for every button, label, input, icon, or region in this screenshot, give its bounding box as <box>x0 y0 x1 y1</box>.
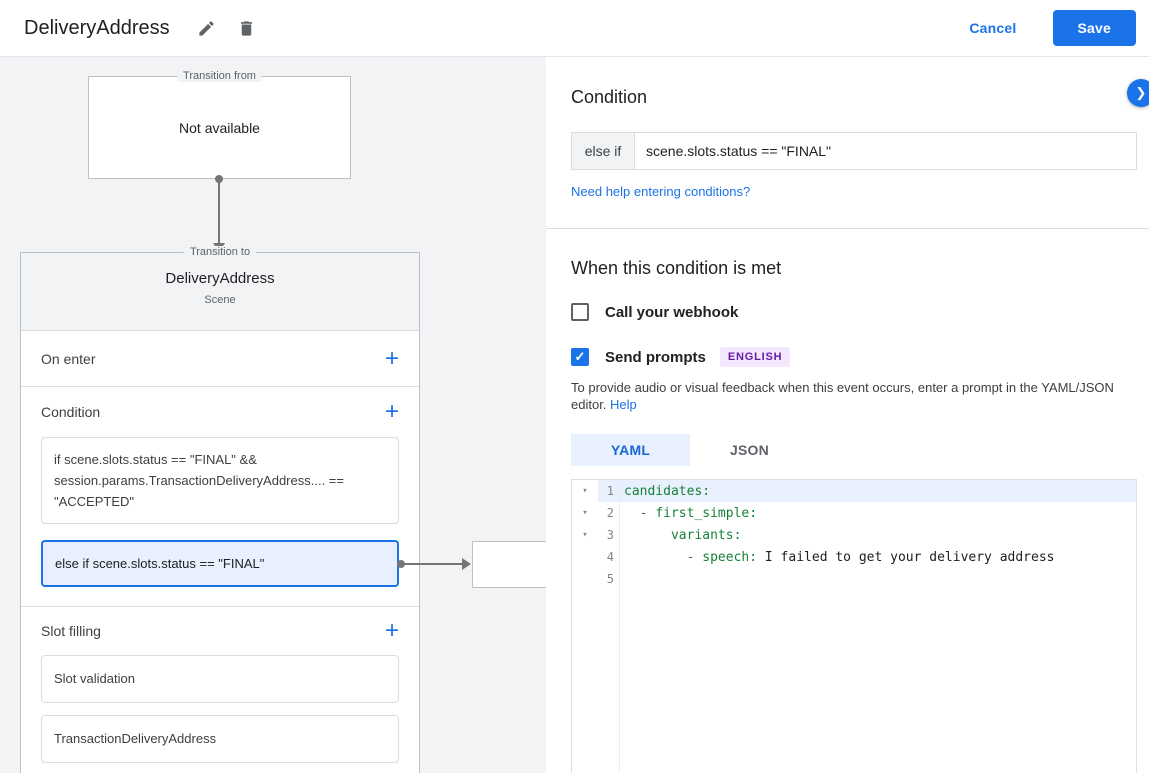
condition-card-if[interactable]: if scene.slots.status == "FINAL" && sess… <box>41 437 399 524</box>
gutter-cell: ▾ 1 <box>572 480 619 502</box>
tab-yaml[interactable]: YAML <box>571 434 690 466</box>
scene-title: DeliveryAddress <box>165 270 275 287</box>
condition-prefix-cell: else if <box>571 132 635 170</box>
scene-subtitle: Scene <box>204 294 236 306</box>
fold-icon[interactable]: ▾ <box>572 480 598 502</box>
transition-from-value: Not available <box>179 119 260 136</box>
slot-parameter-card[interactable]: TransactionDeliveryAddress <box>41 715 399 763</box>
connector-line-vertical <box>218 181 220 243</box>
code-line[interactable]: - first_simple: <box>620 502 1136 524</box>
condition-card-else-selected[interactable]: else if scene.slots.status == "FINAL" <box>41 540 399 587</box>
editor-tabs: YAML JSON <box>571 434 1137 466</box>
condition-expression-row: else if <box>571 132 1137 170</box>
add-condition-button[interactable]: + <box>377 400 407 424</box>
pencil-icon <box>199 20 214 36</box>
help-link[interactable]: Help <box>610 397 637 412</box>
conditions-help-link[interactable]: Need help entering conditions? <box>571 184 750 199</box>
send-prompts-checkbox[interactable]: ✓ <box>571 348 589 366</box>
slot-filling-heading-row: Slot filling + <box>21 607 419 655</box>
plus-icon: + <box>384 398 399 425</box>
edit-scene-button[interactable] <box>190 11 224 45</box>
line-number: 1 <box>598 480 619 502</box>
linked-target-node[interactable] <box>472 541 546 588</box>
yaml-key: speech: <box>702 549 758 565</box>
flow-canvas: Transition from Not available Transition… <box>0 57 546 773</box>
connector-line-horizontal <box>401 563 463 565</box>
on-enter-label: On enter <box>41 350 96 367</box>
yaml-key: variants: <box>670 527 742 543</box>
code-line[interactable]: - speech: I failed to get your delivery … <box>620 546 1136 568</box>
gutter-cell: ▾ 3 <box>572 524 619 546</box>
line-number: 4 <box>606 550 614 564</box>
when-condition-met-title: When this condition is met <box>571 258 782 278</box>
code-line[interactable]: variants: <box>620 524 1136 546</box>
condition-section-label: Condition <box>41 404 101 420</box>
yaml-indent <box>624 528 671 543</box>
delete-scene-button[interactable] <box>230 11 264 45</box>
condition-heading-row: Condition + <box>21 387 419 437</box>
language-badge: ENGLISH <box>719 347 791 367</box>
code-line[interactable]: candidates: <box>620 480 1136 502</box>
fold-icon[interactable]: ▾ <box>572 524 598 546</box>
gutter-cell: ▾ 2 <box>572 502 619 524</box>
tab-json[interactable]: JSON <box>690 434 809 466</box>
save-button[interactable]: Save <box>1052 10 1136 46</box>
scene-header: DeliveryAddress Scene <box>21 253 419 331</box>
collapse-panel-button[interactable]: ❯ <box>1127 79 1149 107</box>
gutter-cell: 5 <box>572 568 619 590</box>
check-icon: ✓ <box>574 349 586 364</box>
gutter-cell: 4 <box>572 546 619 568</box>
yaml-dash: - <box>639 505 656 521</box>
condition-section: Condition + if scene.slots.status == "FI… <box>21 387 419 607</box>
chevron-right-icon: ❯ <box>1135 85 1147 100</box>
arrow-right-icon <box>462 558 471 570</box>
add-on-enter-button[interactable]: + <box>377 344 407 372</box>
on-enter-row[interactable]: On enter + <box>21 331 419 387</box>
page-title: DeliveryAddress <box>24 16 170 39</box>
yaml-key: candidates: <box>624 483 711 499</box>
send-prompts-label: Send prompts <box>605 348 706 366</box>
editor-gutter: ▾ 1 ▾ 2 ▾ 3 4 5 <box>572 480 620 773</box>
transition-from-label: Transition from <box>177 70 262 82</box>
yaml-indent <box>624 506 640 521</box>
yaml-editor[interactable]: ▾ 1 ▾ 2 ▾ 3 4 5 candidates: - first_simp… <box>571 479 1137 773</box>
slot-filling-label: Slot filling <box>41 623 101 639</box>
slot-validation-card[interactable]: Slot validation <box>41 655 399 703</box>
transition-to-node[interactable]: Transition to DeliveryAddress Scene On e… <box>20 246 420 773</box>
webhook-checkbox[interactable] <box>571 303 589 321</box>
line-number: 3 <box>606 528 614 542</box>
cancel-button[interactable]: Cancel <box>969 20 1016 36</box>
section-divider <box>546 228 1149 229</box>
trash-icon <box>241 20 253 36</box>
prompt-description: To provide audio or visual feedback when… <box>571 379 1137 413</box>
add-slot-filling-button[interactable]: + <box>377 619 407 643</box>
webhook-row: Call your webhook <box>571 303 1137 321</box>
line-number: 5 <box>606 572 614 586</box>
send-prompts-row: ✓ Send prompts ENGLISH <box>571 347 1137 367</box>
webhook-label: Call your webhook <box>605 303 739 321</box>
yaml-dash: - <box>686 549 703 565</box>
yaml-indent <box>624 550 687 565</box>
line-number: 2 <box>606 506 614 520</box>
top-bar: DeliveryAddress Cancel Save <box>0 0 1149 57</box>
prompt-description-text: To provide audio or visual feedback when… <box>571 380 1114 412</box>
fold-icon[interactable]: ▾ <box>572 502 598 524</box>
condition-detail-panel: ❯ Condition else if Need help entering c… <box>546 57 1149 773</box>
plus-icon: + <box>384 617 399 644</box>
panel-title: Condition <box>571 87 648 107</box>
yaml-key: first_simple: <box>655 505 758 521</box>
transition-to-label: Transition to <box>183 246 257 258</box>
editor-code-area[interactable]: candidates: - first_simple: variants: - … <box>620 480 1136 773</box>
condition-input[interactable] <box>635 132 1137 170</box>
yaml-value: I failed to get your delivery address <box>757 549 1055 565</box>
scene-editor-screen: DeliveryAddress Cancel Save Transition f… <box>0 0 1149 773</box>
transition-from-node[interactable]: Transition from Not available <box>88 70 351 179</box>
code-line[interactable] <box>620 568 1136 590</box>
plus-icon: + <box>384 344 399 372</box>
